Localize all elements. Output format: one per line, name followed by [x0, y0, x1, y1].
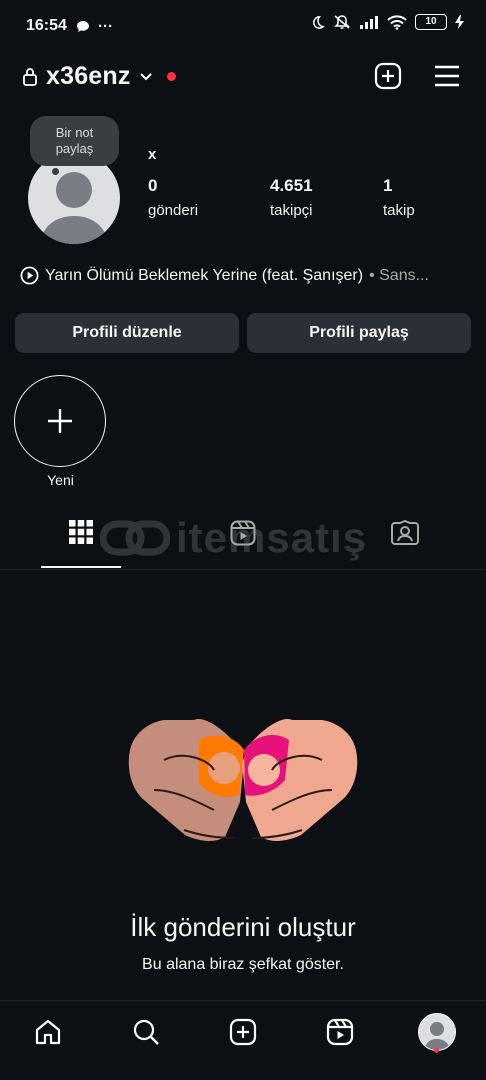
moon-icon	[310, 15, 325, 30]
empty-state-title: İlk gönderini oluştur	[130, 912, 356, 942]
stat-following-number: 1	[383, 176, 393, 195]
display-name: x	[148, 146, 157, 163]
search-icon	[132, 1018, 160, 1046]
note-line-2: paylaş	[55, 141, 94, 156]
empty-state-subtitle: Bu alana biraz şefkat göster.	[142, 956, 344, 973]
nav-home[interactable]	[28, 1012, 68, 1052]
stat-followers[interactable]: 4.651 takipçi	[270, 176, 313, 219]
status-left-icons: ···	[76, 18, 113, 35]
plus-icon	[47, 408, 73, 434]
note-bubble[interactable]: Bir not paylaş	[30, 116, 119, 166]
stat-followers-label: takipçi	[270, 202, 313, 219]
edit-profile-button[interactable]: Profili düzenle	[15, 313, 239, 353]
battery-indicator: 10	[415, 14, 447, 30]
mute-icon	[333, 14, 351, 30]
new-highlight-label: Yeni	[47, 472, 74, 488]
header-actions	[374, 62, 460, 90]
profile-notification-dot	[434, 1048, 439, 1053]
create-icon	[229, 1018, 257, 1046]
stat-followers-number: 4.651	[270, 176, 313, 195]
stat-posts-number: 0	[148, 176, 158, 195]
status-right-icons: 10	[310, 14, 464, 30]
stat-following-label: takip	[383, 202, 415, 219]
nav-profile[interactable]	[417, 1012, 457, 1052]
hamburger-menu-icon[interactable]	[434, 64, 460, 88]
play-circle-icon	[20, 266, 39, 285]
music-song: Yarın Ölümü Beklemek Yerine (feat. Şanış…	[45, 266, 364, 284]
profile-avatar	[418, 1013, 456, 1051]
home-icon	[34, 1018, 62, 1046]
tab-grid[interactable]	[0, 520, 162, 568]
note-bubble-tail	[52, 168, 59, 175]
share-profile-button[interactable]: Profili paylaş	[247, 313, 471, 353]
music-artist: • Sans...	[369, 266, 429, 284]
status-more: ···	[98, 18, 113, 35]
stat-posts-label: gönderi	[148, 202, 199, 219]
stat-posts[interactable]: 0 gönderi	[148, 176, 198, 219]
tab-tagged[interactable]	[324, 520, 486, 568]
bottom-nav-divider	[0, 1000, 486, 1001]
tab-divider	[0, 569, 486, 570]
chevron-down-icon	[139, 72, 153, 82]
wifi-icon	[387, 14, 407, 30]
account-switcher[interactable]: x36enz	[22, 62, 176, 91]
grid-icon	[69, 520, 93, 544]
hands-heart-illustration	[124, 690, 362, 856]
profile-music[interactable]: Yarın Ölümü Beklemek Yerine (feat. Şanış…	[20, 266, 466, 285]
plus-square-icon[interactable]	[374, 62, 402, 90]
notification-dot	[166, 72, 176, 81]
stat-following[interactable]: 1 takip	[383, 176, 415, 219]
note-line-1: Bir not	[55, 125, 94, 140]
tab-reels[interactable]	[162, 520, 324, 568]
tagged-icon	[391, 520, 419, 546]
reels-icon	[326, 1018, 354, 1046]
nav-create[interactable]	[223, 1012, 263, 1052]
charging-icon	[455, 15, 464, 29]
username: x36enz	[46, 62, 131, 90]
tab-selected-indicator	[41, 566, 121, 568]
nav-search[interactable]	[126, 1012, 166, 1052]
reels-icon	[230, 520, 256, 546]
status-time: 16:54	[26, 17, 67, 34]
nav-reels[interactable]	[320, 1012, 360, 1052]
new-highlight-button[interactable]	[14, 375, 106, 467]
chat-bubble-icon	[76, 20, 90, 33]
lock-icon	[22, 67, 38, 87]
signal-icon	[359, 15, 379, 29]
